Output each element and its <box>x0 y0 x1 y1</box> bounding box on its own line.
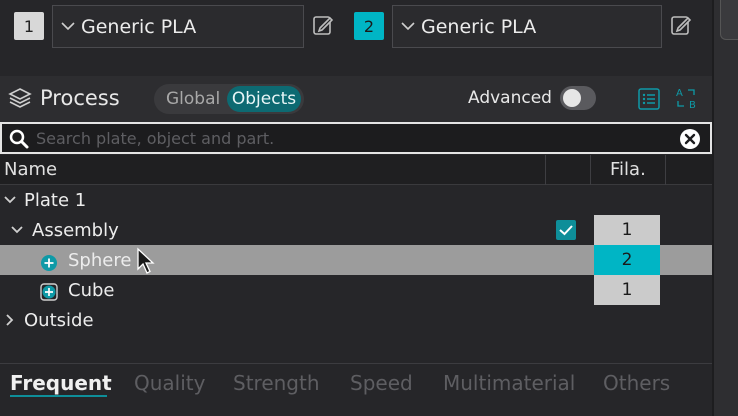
chevron-down-icon <box>401 20 417 34</box>
chevron-down-icon[interactable] <box>10 223 24 237</box>
column-header-name[interactable]: Name <box>4 159 57 180</box>
tree-item-sphere[interactable]: Sphere <box>68 250 131 271</box>
filament-1-select[interactable]: Generic PLA <box>52 5 304 48</box>
close-icon[interactable] <box>679 128 701 150</box>
active-tab-indicator <box>10 395 107 397</box>
toggle-knob <box>563 89 581 107</box>
advanced-label: Advanced <box>468 88 552 108</box>
tab-others[interactable]: Others <box>603 371 670 395</box>
tab-speed[interactable]: Speed <box>350 371 413 395</box>
assembly-filament-cell[interactable]: 1 <box>594 215 660 245</box>
viewport-corner <box>720 0 738 40</box>
filament-1-badge[interactable]: 1 <box>14 12 44 40</box>
column-divider <box>590 155 591 185</box>
svg-text:A: A <box>676 88 683 99</box>
filament-1-name: Generic PLA <box>81 15 197 38</box>
chevron-down-icon[interactable] <box>3 193 17 207</box>
check-icon <box>559 225 573 236</box>
svg-text:B: B <box>689 100 696 111</box>
objects-tab[interactable]: Objects <box>227 86 301 112</box>
sphere-filament-cell[interactable]: 2 <box>594 245 660 275</box>
part-icon <box>40 283 58 301</box>
list-icon[interactable] <box>637 87 661 111</box>
tree-item-plate[interactable]: Plate 1 <box>24 190 86 211</box>
tree-item-cube[interactable]: Cube <box>68 280 114 301</box>
tab-strength[interactable]: Strength <box>233 371 320 395</box>
edit-icon[interactable] <box>312 14 334 36</box>
chevron-down-icon <box>61 20 77 34</box>
global-tab[interactable]: Global <box>166 89 220 109</box>
tabs-divider <box>0 363 712 364</box>
mouse-cursor-icon <box>137 247 155 274</box>
cube-filament-cell[interactable]: 1 <box>594 275 660 305</box>
filament-2-select[interactable]: Generic PLA <box>392 5 662 48</box>
tree-item-assembly[interactable]: Assembly <box>32 220 119 241</box>
filament-2-name: Generic PLA <box>421 15 537 38</box>
assembly-checkbox[interactable] <box>556 220 576 240</box>
column-divider <box>665 155 666 185</box>
tab-quality[interactable]: Quality <box>134 371 205 395</box>
edit-icon[interactable] <box>670 14 692 36</box>
search-bar <box>0 122 712 154</box>
tab-multimaterial[interactable]: Multimaterial <box>443 371 575 395</box>
search-icon <box>9 129 29 149</box>
tree-item-outside[interactable]: Outside <box>24 310 94 331</box>
search-input[interactable] <box>36 126 636 150</box>
viewport-edge <box>712 0 738 416</box>
process-panel: 1 Generic PLA 2 Generic PLA Process Glob… <box>0 0 738 416</box>
process-title: Process <box>40 86 120 110</box>
compare-icon[interactable]: A B <box>674 85 700 111</box>
column-divider <box>545 155 546 185</box>
tab-frequent[interactable]: Frequent <box>10 371 112 395</box>
layers-icon <box>8 88 32 108</box>
part-icon <box>41 255 57 271</box>
column-header-fila[interactable]: Fila. <box>610 159 646 180</box>
chevron-right-icon[interactable] <box>3 313 17 327</box>
filament-2-badge[interactable]: 2 <box>354 12 384 40</box>
table-header <box>0 155 712 185</box>
advanced-toggle[interactable] <box>560 86 596 110</box>
